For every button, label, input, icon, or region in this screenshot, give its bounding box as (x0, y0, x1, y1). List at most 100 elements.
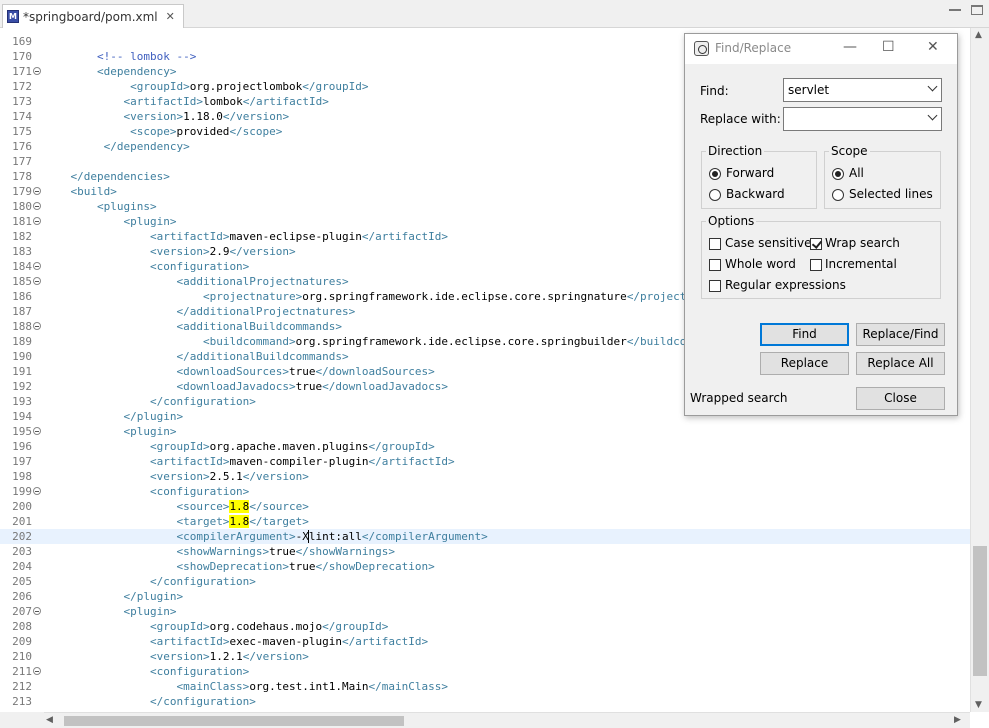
selected-lines-label[interactable]: Selected lines (849, 187, 933, 201)
code-line[interactable]: 202 <compilerArgument>-Xlint:all</compil… (0, 529, 970, 544)
minimize-icon[interactable]: — (843, 39, 857, 55)
fold-toggle-icon[interactable] (33, 487, 41, 495)
incremental-checkbox[interactable] (810, 259, 822, 271)
code-text: <artifactId>maven-compiler-plugin</artif… (44, 454, 455, 469)
regex-checkbox[interactable] (709, 280, 721, 292)
whole-word-label[interactable]: Whole word (725, 257, 796, 271)
code-text: <buildcommand>org.springframework.ide.ec… (44, 334, 726, 349)
code-text: <compilerArgument>-Xlint:all</compilerAr… (44, 529, 488, 544)
close-button[interactable]: Close (856, 387, 945, 410)
code-line[interactable]: 210 <version>1.2.1</version> (0, 649, 970, 664)
code-token: <artifactId> (149, 230, 230, 243)
vertical-scrollbar[interactable]: ▲ ▼ (970, 28, 989, 712)
code-text: </dependencies> (44, 169, 170, 184)
find-input[interactable]: servlet (783, 78, 942, 102)
wrap-search-label[interactable]: Wrap search (825, 236, 900, 250)
fold-toggle-icon[interactable] (33, 277, 41, 285)
scroll-down-icon[interactable]: ▼ (975, 700, 982, 710)
code-line[interactable]: 209 <artifactId>exec-maven-plugin</artif… (0, 634, 970, 649)
line-number: 208 (12, 620, 32, 633)
code-line[interactable]: 201 <target>1.8</target> (0, 514, 970, 529)
minimize-icon[interactable] (949, 5, 961, 11)
scroll-right-icon[interactable]: ▶ (954, 715, 961, 725)
replace-button[interactable]: Replace (760, 352, 849, 375)
regex-label[interactable]: Regular expressions (725, 278, 846, 292)
code-line[interactable]: 203 <showWarnings>true</showWarnings> (0, 544, 970, 559)
dialog-title-bar[interactable]: Find/Replace — ☐ ✕ (685, 34, 957, 64)
code-line[interactable]: 207 <plugin> (0, 604, 970, 619)
whole-word-checkbox[interactable] (709, 259, 721, 271)
code-token: </configuration> (149, 575, 256, 588)
scope-all-label[interactable]: All (849, 166, 864, 180)
replace-all-button[interactable]: Replace All (856, 352, 945, 375)
vertical-scroll-thumb[interactable] (973, 546, 987, 676)
backward-radio[interactable] (709, 189, 721, 201)
code-text: </configuration> (44, 394, 256, 409)
find-button[interactable]: Find (760, 323, 849, 346)
close-icon[interactable]: ✕ (166, 10, 175, 23)
code-token: <additionalProjectnatures> (176, 275, 349, 288)
code-token: </version> (242, 470, 309, 483)
wrap-search-checkbox[interactable] (810, 238, 822, 250)
code-token: </source> (249, 500, 309, 513)
forward-radio[interactable] (709, 168, 721, 180)
maximize-icon[interactable]: ☐ (882, 39, 895, 55)
horizontal-scroll-thumb[interactable] (64, 716, 404, 726)
selected-lines-radio[interactable] (832, 189, 844, 201)
fold-toggle-icon[interactable] (33, 322, 41, 330)
replace-input[interactable] (783, 107, 942, 131)
code-text: <artifactId>lombok</artifactId> (44, 94, 328, 109)
code-line[interactable]: 208 <groupId>org.codehaus.mojo</groupId> (0, 619, 970, 634)
code-line[interactable]: 213 </configuration> (0, 694, 970, 709)
code-token: org.apache.maven.plugins (209, 440, 369, 453)
code-line[interactable]: 198 <version>2.5.1</version> (0, 469, 970, 484)
line-number: 183 (12, 245, 32, 258)
code-text: <projectnature>org.springframework.ide.e… (44, 289, 733, 304)
case-sensitive-checkbox[interactable] (709, 238, 721, 250)
code-text: </plugin> (44, 589, 183, 604)
code-token: </groupId> (322, 620, 389, 633)
code-line[interactable]: 195 <plugin> (0, 424, 970, 439)
close-icon[interactable]: ✕ (927, 39, 939, 55)
code-token: </compilerArgument> (361, 530, 488, 543)
chevron-down-icon[interactable] (927, 110, 938, 121)
fold-toggle-icon[interactable] (33, 667, 41, 675)
scope-all-radio[interactable] (832, 168, 844, 180)
fold-toggle-icon[interactable] (33, 217, 41, 225)
code-token: </artifactId> (361, 230, 448, 243)
code-line[interactable]: 199 <configuration> (0, 484, 970, 499)
code-line[interactable]: 204 <showDeprecation>true</showDeprecati… (0, 559, 970, 574)
fold-toggle-icon[interactable] (33, 427, 41, 435)
code-line[interactable]: 197 <artifactId>maven-compiler-plugin</a… (0, 454, 970, 469)
code-line[interactable]: 196 <groupId>org.apache.maven.plugins</g… (0, 439, 970, 454)
code-line[interactable]: 211 <configuration> (0, 664, 970, 679)
maximize-icon[interactable] (971, 5, 983, 15)
fold-toggle-icon[interactable] (33, 262, 41, 270)
code-line[interactable]: 205 </configuration> (0, 574, 970, 589)
chevron-down-icon[interactable] (927, 81, 938, 92)
fold-toggle-icon[interactable] (33, 202, 41, 210)
fold-toggle-icon[interactable] (33, 607, 41, 615)
tab-pom-xml[interactable]: M *springboard/pom.xml ✕ (2, 4, 184, 28)
backward-label[interactable]: Backward (726, 187, 785, 201)
scroll-up-icon[interactable]: ▲ (975, 30, 982, 40)
code-line[interactable]: 200 <source>1.8</source> (0, 499, 970, 514)
line-number: 182 (12, 230, 32, 243)
scroll-left-icon[interactable]: ◀ (46, 715, 53, 725)
code-text: <groupId>org.codehaus.mojo</groupId> (44, 619, 388, 634)
code-line[interactable]: 206 </plugin> (0, 589, 970, 604)
code-line[interactable]: 212 <mainClass>org.test.int1.Main</mainC… (0, 679, 970, 694)
horizontal-scrollbar[interactable]: ◀ ▶ (44, 712, 970, 728)
fold-toggle-icon[interactable] (33, 67, 41, 75)
forward-label[interactable]: Forward (726, 166, 774, 180)
incremental-label[interactable]: Incremental (825, 257, 897, 271)
fold-toggle-icon[interactable] (33, 187, 41, 195)
replace-find-button[interactable]: Replace/Find (856, 323, 945, 346)
case-sensitive-label[interactable]: Case sensitive (725, 236, 812, 250)
code-text: <configuration> (44, 259, 249, 274)
